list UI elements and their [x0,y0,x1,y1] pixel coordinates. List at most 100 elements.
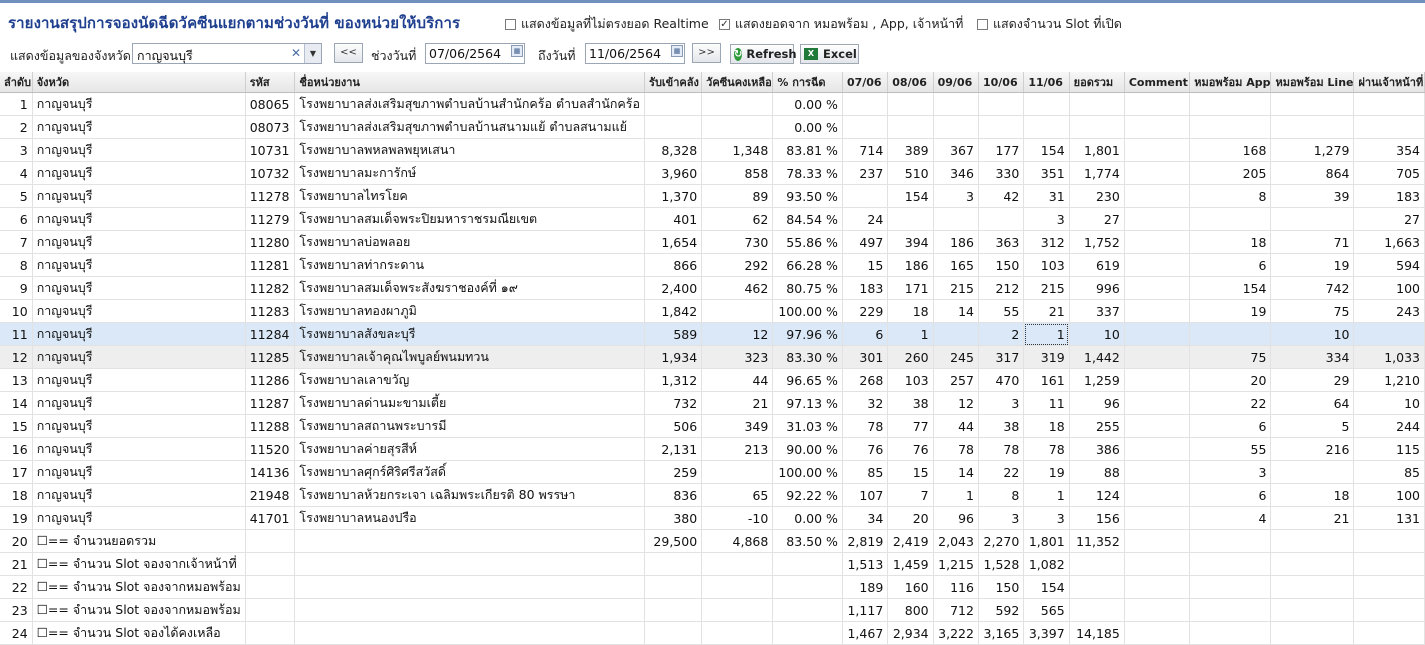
table-cell[interactable]: 301 [842,345,889,369]
table-cell[interactable] [1270,460,1355,484]
table-cell[interactable]: 1 [887,322,934,346]
table-cell[interactable] [1124,529,1191,553]
column-header[interactable]: รหัส [245,72,296,93]
table-cell[interactable]: 9 [0,276,33,300]
table-cell[interactable]: 183 [842,276,889,300]
table-cell[interactable] [1270,575,1355,599]
option-show-slots[interactable]: แสดงจำนวน Slot ที่เปิด [977,14,1122,34]
table-cell[interactable] [1124,506,1191,530]
table-cell[interactable]: 858 [701,161,774,185]
table-cell[interactable]: 386 [1069,437,1125,461]
table-cell[interactable]: กาญจนบุรี [32,253,246,277]
table-cell[interactable]: 730 [701,230,774,254]
table-row[interactable]: 2 กาญจนบุรี 08073 โรงพยาบาลส่งเสริมสุขภาพตำ… [0,115,1425,139]
table-cell[interactable]: 161 [1023,368,1070,392]
table-cell[interactable]: 18 [0,483,33,507]
table-cell[interactable]: 3 [0,138,33,162]
table-cell[interactable]: 6 [0,207,33,231]
table-cell[interactable]: 268 [842,368,889,392]
date-from-field[interactable]: 07/06/2564 ▦ [425,43,525,64]
table-cell[interactable] [644,575,703,599]
table-cell[interactable]: 2,419 [887,529,934,553]
table-cell[interactable]: 1,752 [1069,230,1125,254]
table-cell[interactable]: ☐== จำนวน Slot จองจากหมอพร้อม [32,598,246,622]
table-row[interactable]: 15 กาญจนบุรี 11288 โรงพยาบาลสถานพระบารมี 506… [0,414,1425,438]
column-header[interactable]: Comment [1124,72,1191,93]
table-cell[interactable]: 100 [1353,483,1425,507]
table-cell[interactable]: กาญจนบุรี [32,92,246,116]
table-cell[interactable]: 589 [644,322,703,346]
table-cell[interactable]: 08073 [245,115,296,139]
table-cell[interactable] [1023,92,1070,116]
table-cell[interactable] [842,92,889,116]
table-cell[interactable]: 243 [1353,299,1425,323]
table-cell[interactable]: 1,312 [644,368,703,392]
column-header[interactable]: 11/06 [1023,72,1070,93]
table-cell[interactable]: 349 [701,414,774,438]
chevron-down-icon[interactable]: ▼ [304,44,321,63]
table-cell[interactable]: 38 [887,391,934,415]
table-cell[interactable]: 389 [887,138,934,162]
table-cell[interactable]: 363 [978,230,1025,254]
table-cell[interactable]: 76 [887,437,934,461]
table-cell[interactable]: กาญจนบุรี [32,299,246,323]
table-cell[interactable]: 2 [0,115,33,139]
table-cell[interactable]: 15 [842,253,889,277]
table-cell[interactable] [1124,92,1191,116]
table-cell[interactable]: กาญจนบุรี [32,184,246,208]
table-row[interactable]: 1 กาญจนบุรี 08065 โรงพยาบาลส่งเสริมสุขภาพตำ… [0,92,1425,116]
table-cell[interactable]: 11285 [245,345,296,369]
table-cell[interactable]: 8 [0,253,33,277]
table-cell[interactable] [294,552,646,576]
table-cell[interactable]: 10731 [245,138,296,162]
table-cell[interactable]: 44 [933,414,979,438]
table-cell[interactable]: 21 [701,391,774,415]
table-cell[interactable] [1069,575,1125,599]
table-cell[interactable] [1353,621,1425,645]
table-cell[interactable]: 97.96 % [772,322,843,346]
table-cell[interactable] [1353,322,1425,346]
table-cell[interactable]: โรงพยาบาลสถานพระบารมี [294,414,646,438]
table-cell[interactable] [1069,92,1125,116]
table-cell[interactable]: 259 [644,460,703,484]
table-cell[interactable]: 11281 [245,253,296,277]
column-header[interactable]: หมอพร้อม App [1189,72,1272,93]
table-cell[interactable] [1189,207,1272,231]
table-cell[interactable] [1270,207,1355,231]
table-cell[interactable]: 216 [1270,437,1355,461]
table-cell[interactable]: 42 [978,184,1025,208]
table-cell[interactable]: 1,934 [644,345,703,369]
table-cell[interactable]: โรงพยาบาลเจ้าคุณไพบูลย์พนมทวน [294,345,646,369]
table-cell[interactable] [1124,460,1191,484]
refresh-button[interactable]: ↻ Refresh [730,44,797,64]
table-cell[interactable]: 34 [842,506,889,530]
table-cell[interactable]: 31.03 % [772,414,843,438]
table-cell[interactable]: 3 [978,506,1025,530]
date-to-field[interactable]: 11/06/2564 ▦ [585,43,685,64]
table-cell[interactable]: 14,185 [1069,621,1125,645]
table-cell[interactable]: 565 [1023,598,1070,622]
table-cell[interactable]: 78 [933,437,979,461]
table-cell[interactable]: 22 [0,575,33,599]
table-cell[interactable]: 14136 [245,460,296,484]
table-cell[interactable]: 1,528 [978,552,1025,576]
table-cell[interactable]: 866 [644,253,703,277]
table-cell[interactable]: 732 [644,391,703,415]
table-row[interactable]: 13 กาญจนบุรี 11286 โรงพยาบาลเลาขวัญ 1,312 44 9… [0,368,1425,392]
table-cell[interactable] [1124,161,1191,185]
table-cell[interactable]: 150 [978,575,1025,599]
table-cell[interactable] [1124,437,1191,461]
calendar-icon[interactable]: ▦ [671,45,683,57]
table-cell[interactable] [1124,299,1191,323]
option-non-realtime[interactable]: แสดงข้อมูลที่ไม่ตรงยอด Realtime [505,14,709,34]
table-cell[interactable] [1353,552,1425,576]
table-cell[interactable]: 6 [1189,253,1272,277]
table-cell[interactable]: 11 [1023,391,1070,415]
table-cell[interactable]: กาญจนบุรี [32,414,246,438]
table-row[interactable]: 6 กาญจนบุรี 11279 โรงพยาบาลสมเด็จพระปิยมหาร… [0,207,1425,231]
table-cell[interactable]: 244 [1353,414,1425,438]
table-cell[interactable]: 11278 [245,184,296,208]
table-cell[interactable] [1124,207,1191,231]
table-cell[interactable] [1189,621,1272,645]
table-cell[interactable]: 11520 [245,437,296,461]
